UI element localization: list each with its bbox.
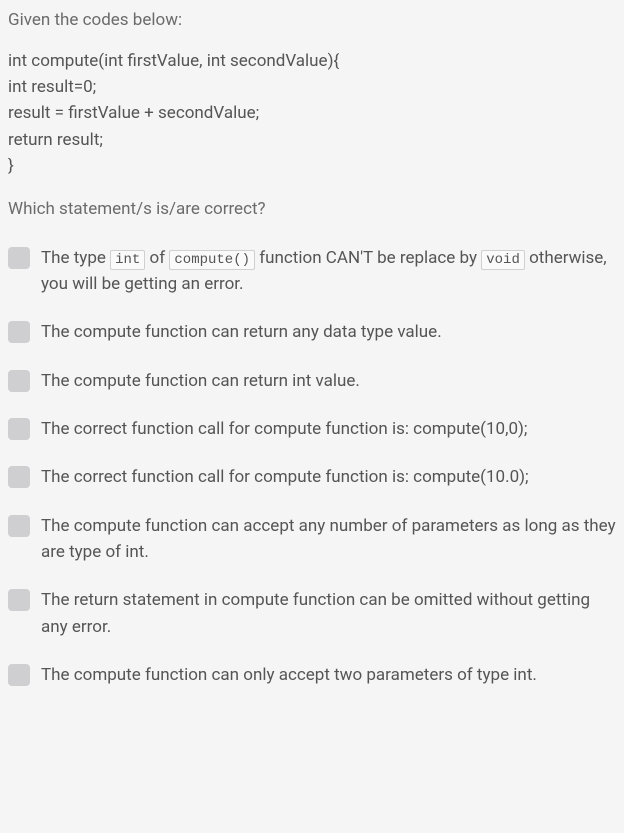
options-list: The type int of compute() function CAN'T… bbox=[8, 245, 616, 689]
option-text: The compute function can return int valu… bbox=[41, 368, 616, 394]
option-item: The correct function call for compute fu… bbox=[8, 464, 616, 490]
option-text: The type int of compute() function CAN'T… bbox=[41, 245, 616, 298]
option-item: The correct function call for compute fu… bbox=[8, 416, 616, 442]
code-line: } bbox=[8, 153, 616, 179]
checkbox[interactable] bbox=[8, 247, 30, 269]
question-intro: Given the codes below: bbox=[8, 8, 616, 34]
code-line: int result=0; bbox=[8, 74, 616, 100]
inline-code: compute() bbox=[169, 250, 255, 270]
inline-code: int bbox=[110, 250, 145, 270]
checkbox[interactable] bbox=[8, 664, 30, 686]
checkbox[interactable] bbox=[8, 370, 30, 392]
checkbox[interactable] bbox=[8, 589, 30, 611]
inline-code: void bbox=[481, 250, 525, 270]
checkbox[interactable] bbox=[8, 466, 30, 488]
option-text-part: The type bbox=[41, 248, 110, 268]
code-line: result = firstValue + secondValue; bbox=[8, 100, 616, 126]
question-prompt: Which statement/s is/are correct? bbox=[8, 197, 616, 223]
checkbox[interactable] bbox=[8, 418, 30, 440]
code-line: return result; bbox=[8, 127, 616, 153]
option-text-part: function CAN'T be replace by bbox=[255, 248, 481, 268]
option-item: The compute function can accept any numb… bbox=[8, 513, 616, 566]
option-item: The compute function can return int valu… bbox=[8, 368, 616, 394]
code-block: int compute(int firstValue, int secondVa… bbox=[8, 48, 616, 180]
option-text: The correct function call for compute fu… bbox=[41, 416, 616, 442]
option-item: The type int of compute() function CAN'T… bbox=[8, 245, 616, 298]
checkbox[interactable] bbox=[8, 515, 30, 537]
option-item: The compute function can return any data… bbox=[8, 319, 616, 345]
option-text: The compute function can accept any numb… bbox=[41, 513, 616, 566]
option-text: The compute function can return any data… bbox=[41, 319, 616, 345]
option-item: The compute function can only accept two… bbox=[8, 662, 616, 688]
option-item: The return statement in compute function… bbox=[8, 587, 616, 640]
option-text: The correct function call for compute fu… bbox=[41, 464, 616, 490]
code-line: int compute(int firstValue, int secondVa… bbox=[8, 48, 616, 74]
option-text-part: of bbox=[145, 248, 169, 268]
checkbox[interactable] bbox=[8, 321, 30, 343]
option-text: The compute function can only accept two… bbox=[41, 662, 616, 688]
option-text: The return statement in compute function… bbox=[41, 587, 616, 640]
